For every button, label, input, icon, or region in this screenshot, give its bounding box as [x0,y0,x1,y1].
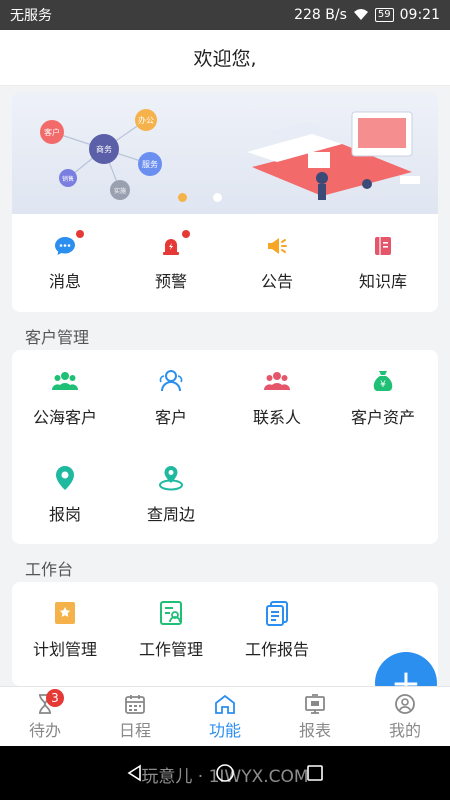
grid-item-label: 报岗 [48,505,81,524]
grid-item-public-customers[interactable]: 公海客户 [12,350,118,446]
home-icon [215,694,235,714]
page-title: 欢迎您, [193,48,257,70]
location-pin-icon [56,466,74,490]
section-title-workbench: 工作台 [25,560,74,579]
tab-label: 待办 [28,720,61,740]
carousel-dot[interactable] [213,193,222,202]
watermark-text: 玩意儿 · 1IWYX.COM [141,767,309,787]
quick-item-label: 预警 [154,272,187,291]
bubble-label: 客户 [44,127,60,137]
battery-indicator: 59 [374,8,394,22]
grid-item-label: 查周边 [146,505,195,524]
quick-item-knowledge-base[interactable]: 知识库 [330,214,436,312]
user-circle-icon [395,693,415,714]
network-speed: 228 B/s [294,7,347,23]
quick-item-label: 知识库 [358,272,407,291]
grid-item-label: 联系人 [252,408,301,427]
grid-item-label: 工作报告 [244,640,309,659]
unread-dot [76,230,84,238]
bubble-label: 实施 [114,187,126,195]
bubble-label: 服务 [142,159,158,169]
quick-item-announcements[interactable]: 公告 [224,214,330,312]
grid-item-work-report[interactable]: 工作报告 [224,582,330,678]
tab-label: 功能 [208,720,241,740]
svg-text:¥: ¥ [380,380,386,390]
quick-access-card: 消息 预警 公告 知识库 [12,214,438,312]
grid-item-customers[interactable]: 客户 [118,350,224,446]
grid-item-label: 客户 [154,408,187,427]
tab-me[interactable]: 我的 [360,687,450,746]
carrier-text: 无服务 [10,8,52,24]
bubble-label: 销售 [62,175,74,183]
grid-item-contacts[interactable]: 联系人 [224,350,330,446]
clock: 09:21 [399,7,440,23]
chat-icon [55,237,75,255]
banner-illustration: 客户 商务 办公 服务 销售 实施 [40,109,420,200]
group-icon [52,372,78,390]
grid-item-work-management[interactable]: 工作管理 [118,582,224,678]
tab-label: 报表 [298,720,331,740]
megaphone-icon [268,238,287,254]
calendar-icon [125,694,145,714]
carousel-dots [178,193,222,202]
status-right: 228 B/s 59 09:21 [294,7,440,23]
quick-item-alerts[interactable]: 预警 [118,214,224,312]
grid-item-plan-management[interactable]: 计划管理 [12,582,118,678]
unread-dot [182,230,190,238]
grid-item-label: 公海客户 [32,408,97,427]
banner-carousel[interactable]: 客户 商务 办公 服务 销售 实施 [12,92,438,214]
tab-schedule[interactable]: 日程 [90,687,180,746]
report-board-icon [305,693,325,714]
todo-badge: 3 [46,689,64,707]
grid-item-label: 客户资产 [350,408,415,427]
quick-item-messages[interactable]: 消息 [12,214,118,312]
money-bag-icon: ¥ [373,371,393,392]
plan-icon [55,602,75,624]
customer-grid: 公海客户 客户 联系人 ¥ 客户资产 报岗 查周边 [12,350,438,544]
report-doc-icon [266,601,288,626]
carousel-dot-active[interactable] [178,193,187,202]
grid-item-label: 工作管理 [138,640,203,659]
nearby-icon [159,466,183,491]
tab-label: 我的 [388,720,421,740]
page-header: 欢迎您, [0,30,450,86]
status-bar: 无服务 228 B/s 59 09:21 [0,0,450,30]
wifi-icon [353,9,368,20]
bubble-label: 商务 [96,144,112,154]
workbench-grid: 计划管理 工作管理 工作报告 [12,582,438,686]
tab-todo[interactable]: 3 待办 [0,687,90,746]
quick-item-label: 消息 [48,272,81,291]
section-title-customer: 客户管理 [25,328,90,347]
quick-item-label: 公告 [260,272,293,291]
alarm-icon [163,239,179,255]
people-outline-icon [159,370,183,392]
grid-item-nearby[interactable]: 查周边 [118,447,224,543]
grid-item-label: 计划管理 [32,640,97,659]
bubble-label: 办公 [138,115,154,125]
bottom-tab-bar: 3 待办 日程 功能 报表 我的 [0,686,450,746]
work-manage-icon [160,601,182,625]
contacts-icon [264,372,290,390]
tab-label: 日程 [118,720,151,740]
grid-item-customer-assets[interactable]: ¥ 客户资产 [330,350,436,446]
tab-functions[interactable]: 功能 [180,687,270,746]
book-icon [375,237,391,255]
grid-item-report-post[interactable]: 报岗 [12,447,118,543]
tab-reports[interactable]: 报表 [270,687,360,746]
